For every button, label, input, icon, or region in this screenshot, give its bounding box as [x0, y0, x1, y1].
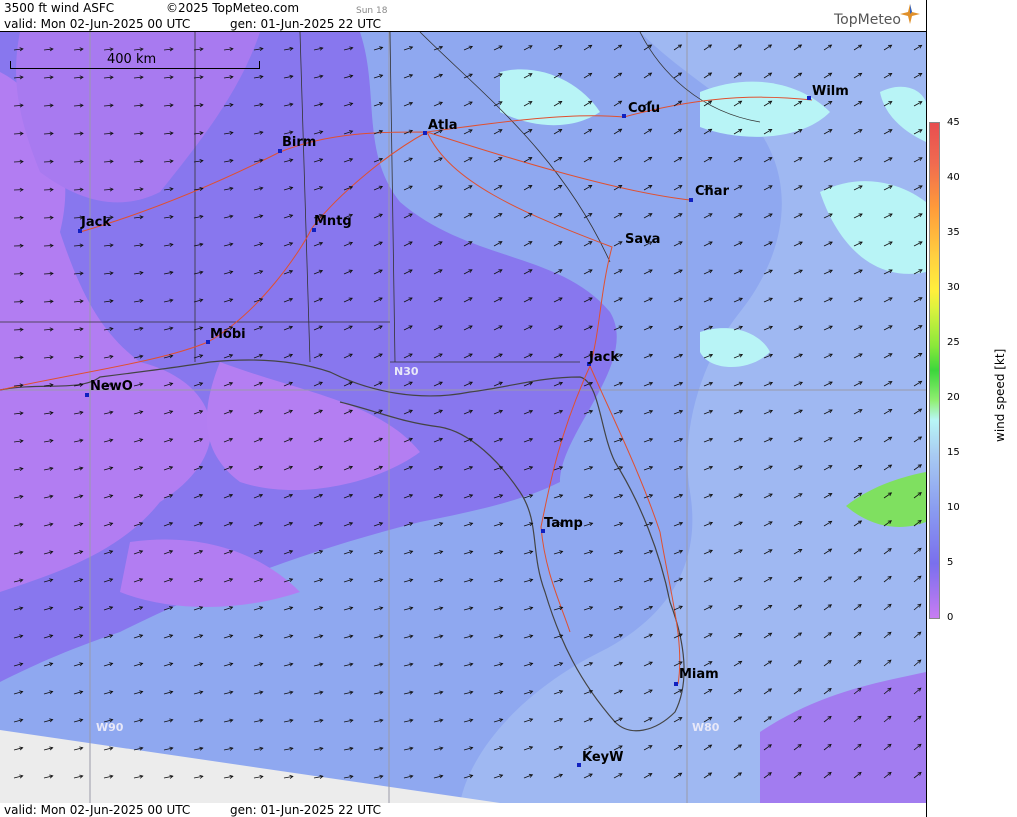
city-label-jack-ms[interactable]: Jack [81, 215, 111, 230]
city-label-jack-fl[interactable]: Jack [589, 350, 619, 365]
city-label-newo[interactable]: NewO [90, 379, 133, 394]
city-label-char[interactable]: Char [695, 184, 729, 199]
city-marker [423, 131, 427, 135]
wind-speed-colorbar [929, 122, 940, 619]
wind-map[interactable]: 400 km N30 W90 W80 Wilm Colu Atla Birm C… [0, 32, 926, 803]
legend-tick: 30 [947, 282, 960, 293]
legend-tick: 10 [947, 502, 960, 513]
legend-tick: 40 [947, 172, 960, 183]
city-marker [674, 682, 678, 686]
wind-map-canvas [0, 32, 926, 803]
city-label-mobi[interactable]: Mobi [210, 327, 246, 342]
product-title: 3500 ft wind ASFC [4, 1, 115, 15]
legend-tick: 45 [947, 117, 960, 128]
grid-label-w90: W90 [96, 721, 124, 734]
legend-tick: 0 [947, 612, 954, 623]
gen-time: gen: 01-Jun-2025 22 UTC [230, 17, 382, 31]
legend-tick: 15 [947, 447, 960, 458]
city-label-atla[interactable]: Atla [428, 118, 458, 133]
map-footer: valid: Mon 02-Jun-2025 00 UTC gen: 01-Ju… [0, 803, 926, 817]
footer-gen-time: gen: 01-Jun-2025 22 UTC [230, 803, 382, 817]
city-label-sava[interactable]: Sava [625, 232, 660, 247]
legend-tick: 25 [947, 337, 960, 348]
legend-tick: 20 [947, 392, 960, 403]
city-label-miam[interactable]: Miam [679, 667, 719, 682]
scale-label: 400 km [107, 52, 157, 67]
city-label-colu[interactable]: Colu [628, 101, 660, 116]
legend-tick: 35 [947, 227, 960, 238]
topmeteo-logo[interactable]: TopMeteo [834, 4, 920, 28]
grid-label-n30: N30 [394, 365, 419, 378]
city-marker [85, 393, 89, 397]
city-label-tamp[interactable]: Tamp [544, 516, 583, 531]
run-info: Sun 18 [356, 6, 388, 16]
city-marker [807, 96, 811, 100]
city-marker [689, 198, 693, 202]
footer-valid-time: valid: Mon 02-Jun-2025 00 UTC [4, 803, 191, 817]
city-label-wilm[interactable]: Wilm [812, 84, 849, 99]
city-marker [622, 114, 626, 118]
legend-axis-label: wind speed [kt] [993, 348, 1007, 442]
logo-text: TopMeteo [834, 12, 901, 28]
grid-label-w80: W80 [692, 721, 720, 734]
map-header: 3500 ft wind ASFC ©2025 TopMeteo.com Sun… [0, 0, 926, 32]
city-label-birm[interactable]: Birm [282, 135, 316, 150]
legend-tick: 5 [947, 557, 954, 568]
city-label-keyw[interactable]: KeyW [582, 750, 623, 765]
compass-star-icon [900, 4, 920, 24]
valid-time: valid: Mon 02-Jun-2025 00 UTC [4, 17, 191, 31]
city-label-mntg[interactable]: Mntg [314, 214, 352, 229]
copyright: ©2025 TopMeteo.com [166, 1, 300, 15]
city-marker [577, 763, 581, 767]
